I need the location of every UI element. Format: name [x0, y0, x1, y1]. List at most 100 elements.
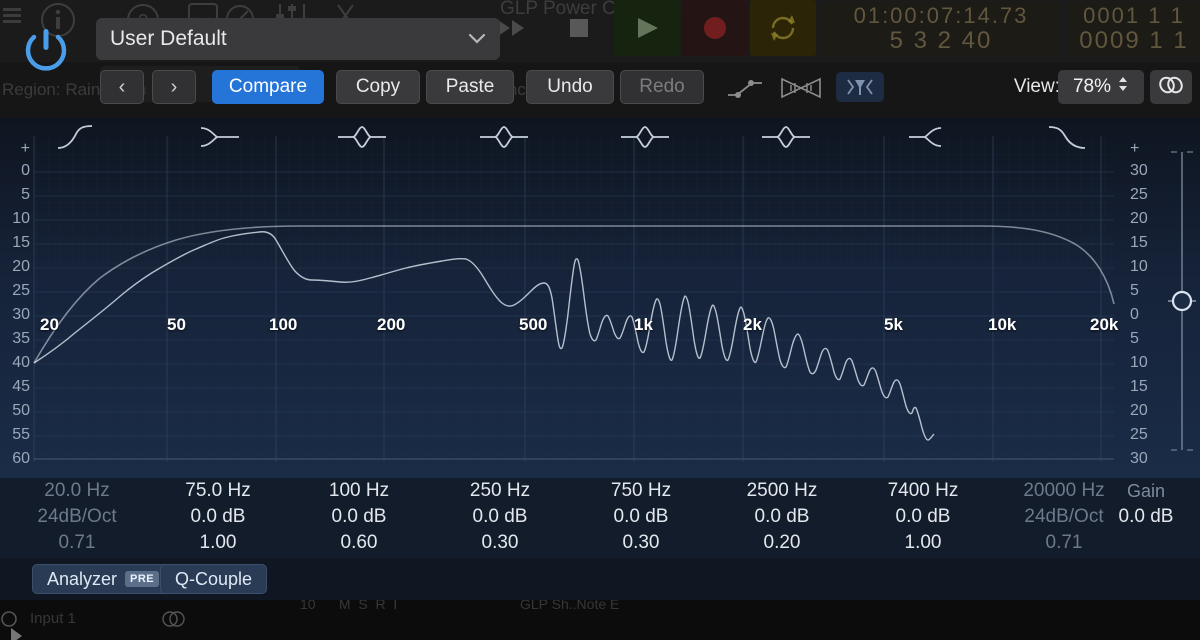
- band-1-params[interactable]: 20.0 Hz 24dB/Oct 0.71: [12, 478, 142, 556]
- host-input-label[interactable]: Input 1: [30, 610, 76, 627]
- right-axis-tick-p5: 5: [1130, 282, 1139, 299]
- right-axis-tick-p10: 10: [1130, 258, 1148, 275]
- highpass-filter-icon[interactable]: [52, 122, 98, 157]
- left-axis-tick-5: 5: [21, 186, 30, 203]
- compare-button[interactable]: Compare: [212, 70, 324, 104]
- right-axis-tick-m20: 20: [1130, 402, 1148, 419]
- left-axis-tick-0: 0: [21, 162, 30, 179]
- left-axis-tick-60: 60: [12, 450, 30, 467]
- host-play-triangle-icon[interactable]: [8, 626, 24, 640]
- plugin-footer: Analyzer PRE Q-Couple: [0, 558, 1200, 600]
- high-shelf-icon[interactable]: [905, 122, 955, 157]
- sidechain-icon[interactable]: [778, 74, 824, 102]
- band-4-q[interactable]: 0.30: [435, 530, 565, 556]
- right-axis-tick-p15: 15: [1130, 234, 1148, 251]
- freq-label-10k: 10k: [988, 315, 1017, 334]
- right-axis-tick-m15: 15: [1130, 378, 1148, 395]
- redo-button[interactable]: Redo: [620, 70, 704, 104]
- power-icon[interactable]: [18, 22, 74, 78]
- q-couple-label: Q-Couple: [175, 568, 253, 589]
- freq-label-20: 20: [40, 315, 59, 334]
- left-axis-tick-45: 45: [12, 378, 30, 395]
- band-1-frequency[interactable]: 20.0 Hz: [12, 478, 142, 504]
- band-2-params[interactable]: 75.0 Hz 0.0 dB 1.00: [153, 478, 283, 556]
- band-3-params[interactable]: 100 Hz 0.0 dB 0.60: [294, 478, 424, 556]
- left-axis-tick-50: 50: [12, 402, 30, 419]
- band-1-q[interactable]: 0.71: [12, 530, 142, 556]
- low-shelf-icon[interactable]: [195, 122, 245, 157]
- band-8-q[interactable]: 0.71: [999, 530, 1129, 556]
- band-6-params[interactable]: 2500 Hz 0.0 dB 0.20: [717, 478, 847, 556]
- freq-label-20k: 20k: [1090, 315, 1119, 334]
- left-axis-plus: +: [20, 140, 30, 157]
- freq-label-50: 50: [167, 315, 186, 334]
- chevron-down-icon: [468, 31, 486, 48]
- right-axis-tick-p20: 20: [1130, 210, 1148, 227]
- band-5-gain[interactable]: 0.0 dB: [576, 504, 706, 530]
- band-5-params[interactable]: 750 Hz 0.0 dB 0.30: [576, 478, 706, 556]
- copy-button[interactable]: Copy: [336, 70, 420, 104]
- bell-band5-icon[interactable]: [760, 122, 812, 157]
- band-5-frequency[interactable]: 750 Hz: [576, 478, 706, 504]
- master-gain-column[interactable]: Gain 0.0 dB: [1098, 478, 1194, 530]
- band-5-q[interactable]: 0.30: [576, 530, 706, 556]
- band-4-frequency[interactable]: 250 Hz: [435, 478, 565, 504]
- freq-label-500: 500: [519, 315, 548, 334]
- band-2-frequency[interactable]: 75.0 Hz: [153, 478, 283, 504]
- filter-icon[interactable]: [836, 72, 884, 102]
- view-zoom-value: 78%: [1072, 76, 1112, 97]
- band-3-frequency[interactable]: 100 Hz: [294, 478, 424, 504]
- eq-graph[interactable]: + 0 5 10 15 20 25 30 35 40 45 50 55 60 -…: [0, 118, 1200, 487]
- left-db-axis: + 0 5 10 15 20 25 30 35 40 45 50 55 60 -: [0, 118, 34, 487]
- lowpass-filter-icon[interactable]: [1045, 122, 1091, 157]
- next-preset-button[interactable]: ›: [152, 70, 196, 104]
- band-3-gain[interactable]: 0.0 dB: [294, 504, 424, 530]
- band-3-q[interactable]: 0.60: [294, 530, 424, 556]
- preset-name: User Default: [110, 27, 227, 50]
- right-db-axis: + 30 25 20 15 10 5 0 5 10 15 20 25 30 -: [1130, 118, 1166, 487]
- eq-grid: [0, 118, 1200, 480]
- channel-eq-plugin-window: User Default ‹ › Compare Copy Paste Undo…: [0, 0, 1200, 600]
- band-6-frequency[interactable]: 2500 Hz: [717, 478, 847, 504]
- right-axis-tick-m25: 25: [1130, 426, 1148, 443]
- analyzer-pre-badge[interactable]: PRE: [125, 571, 160, 587]
- q-couple-button[interactable]: Q-Couple: [160, 564, 268, 594]
- freq-label-1k: 1k: [634, 315, 653, 334]
- right-axis-tick-m10: 10: [1130, 354, 1148, 371]
- automation-curve-icon[interactable]: [722, 74, 768, 102]
- undo-button[interactable]: Undo: [526, 70, 614, 104]
- band-4-gain[interactable]: 0.0 dB: [435, 504, 565, 530]
- band-7-q[interactable]: 1.00: [858, 530, 988, 556]
- analyzer-button[interactable]: Analyzer PRE: [32, 564, 175, 594]
- left-axis-tick-40: 40: [12, 354, 30, 371]
- right-axis-tick-0: 0: [1130, 306, 1139, 323]
- paste-button[interactable]: Paste: [426, 70, 514, 104]
- freq-label-200: 200: [377, 315, 406, 334]
- preset-selector[interactable]: User Default: [96, 18, 500, 60]
- host-channel-strip: Input 1 10 M S R I GLP Sh..Note E Channe…: [0, 596, 1200, 640]
- left-axis-tick-10: 10: [12, 210, 30, 227]
- bell-band3-icon[interactable]: [478, 122, 530, 157]
- band-7-params[interactable]: 7400 Hz 0.0 dB 1.00: [858, 478, 988, 556]
- screen-root: GLP Power Chords A 01:00:07:14.73 5 3 2 …: [0, 0, 1200, 640]
- view-zoom-stepper[interactable]: 78%: [1058, 70, 1144, 104]
- bell-band4-icon[interactable]: [619, 122, 671, 157]
- right-axis-tick-p30: 30: [1130, 162, 1148, 179]
- left-axis-tick-30: 30: [12, 306, 30, 323]
- band-6-q[interactable]: 0.20: [717, 530, 847, 556]
- bell-band2-icon[interactable]: [336, 122, 388, 157]
- band-7-gain[interactable]: 0.0 dB: [858, 504, 988, 530]
- prev-preset-button[interactable]: ‹: [100, 70, 144, 104]
- link-button[interactable]: [1150, 70, 1192, 104]
- band-7-frequency[interactable]: 7400 Hz: [858, 478, 988, 504]
- band-6-gain[interactable]: 0.0 dB: [717, 504, 847, 530]
- band-2-q[interactable]: 1.00: [153, 530, 283, 556]
- left-axis-tick-25: 25: [12, 282, 30, 299]
- master-gain-slider[interactable]: [1166, 148, 1198, 454]
- right-axis-tick-m30: 30: [1130, 450, 1148, 467]
- link-icon: [1158, 75, 1184, 100]
- band-1-slope[interactable]: 24dB/Oct: [12, 504, 142, 530]
- band-4-params[interactable]: 250 Hz 0.0 dB 0.30: [435, 478, 565, 556]
- master-gain-value[interactable]: 0.0 dB: [1098, 504, 1194, 530]
- band-2-gain[interactable]: 0.0 dB: [153, 504, 283, 530]
